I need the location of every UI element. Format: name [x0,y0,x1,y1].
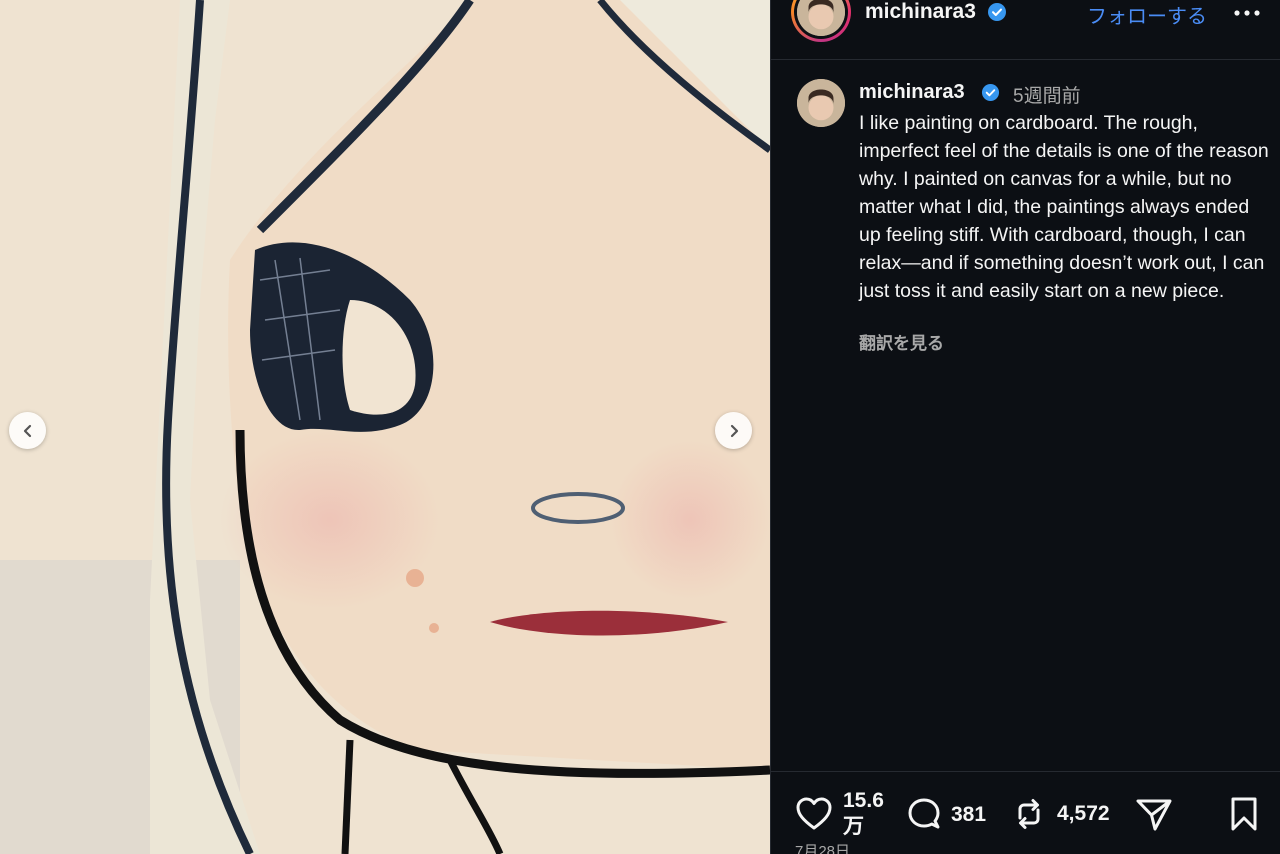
comment-username[interactable]: michinara3 [859,81,965,104]
repost-button[interactable]: 4,572 [1011,796,1110,832]
chevron-right-icon [730,424,738,437]
share-button[interactable] [1135,796,1173,832]
like-button[interactable]: 15.6万 [795,788,893,840]
verified-badge-icon [981,83,1000,102]
painting-image [0,0,770,854]
carousel-next-button[interactable] [715,412,752,449]
more-horizontal-icon [1234,10,1260,16]
heart-icon [796,797,832,830]
repost-icon [1018,799,1040,829]
comment-count[interactable]: 381 [951,803,986,827]
comment-avatar[interactable] [797,79,845,127]
caption-text: I like painting on cardboard. The rough,… [859,112,1269,302]
like-count[interactable]: 15.6万 [843,788,893,840]
more-options-button[interactable] [1231,0,1263,26]
post-side-panel: michinara3 フォローする michinara3 5週間前 I like… [770,0,1280,854]
post-image [0,0,770,854]
paper-plane-icon [1136,799,1172,831]
see-translation-link[interactable]: 翻訳を見る [859,329,944,354]
author-username[interactable]: michinara3 [865,0,976,24]
comment-button[interactable]: 381 [905,796,986,834]
post-header: michinara3 フォローする [771,0,1280,60]
post-date[interactable]: 7月28日 [795,840,850,854]
bookmark-icon [1231,797,1257,831]
save-button[interactable] [1229,796,1259,832]
author-avatar[interactable] [791,0,851,42]
chevron-left-icon [23,424,31,437]
repost-count[interactable]: 4,572 [1057,802,1110,826]
comment-timestamp[interactable]: 5週間前 [1013,81,1081,108]
comment-bubble-icon [908,798,940,829]
verified-badge-icon [988,3,1006,21]
carousel-prev-button[interactable] [9,412,46,449]
follow-button[interactable]: フォローする [1087,0,1207,29]
